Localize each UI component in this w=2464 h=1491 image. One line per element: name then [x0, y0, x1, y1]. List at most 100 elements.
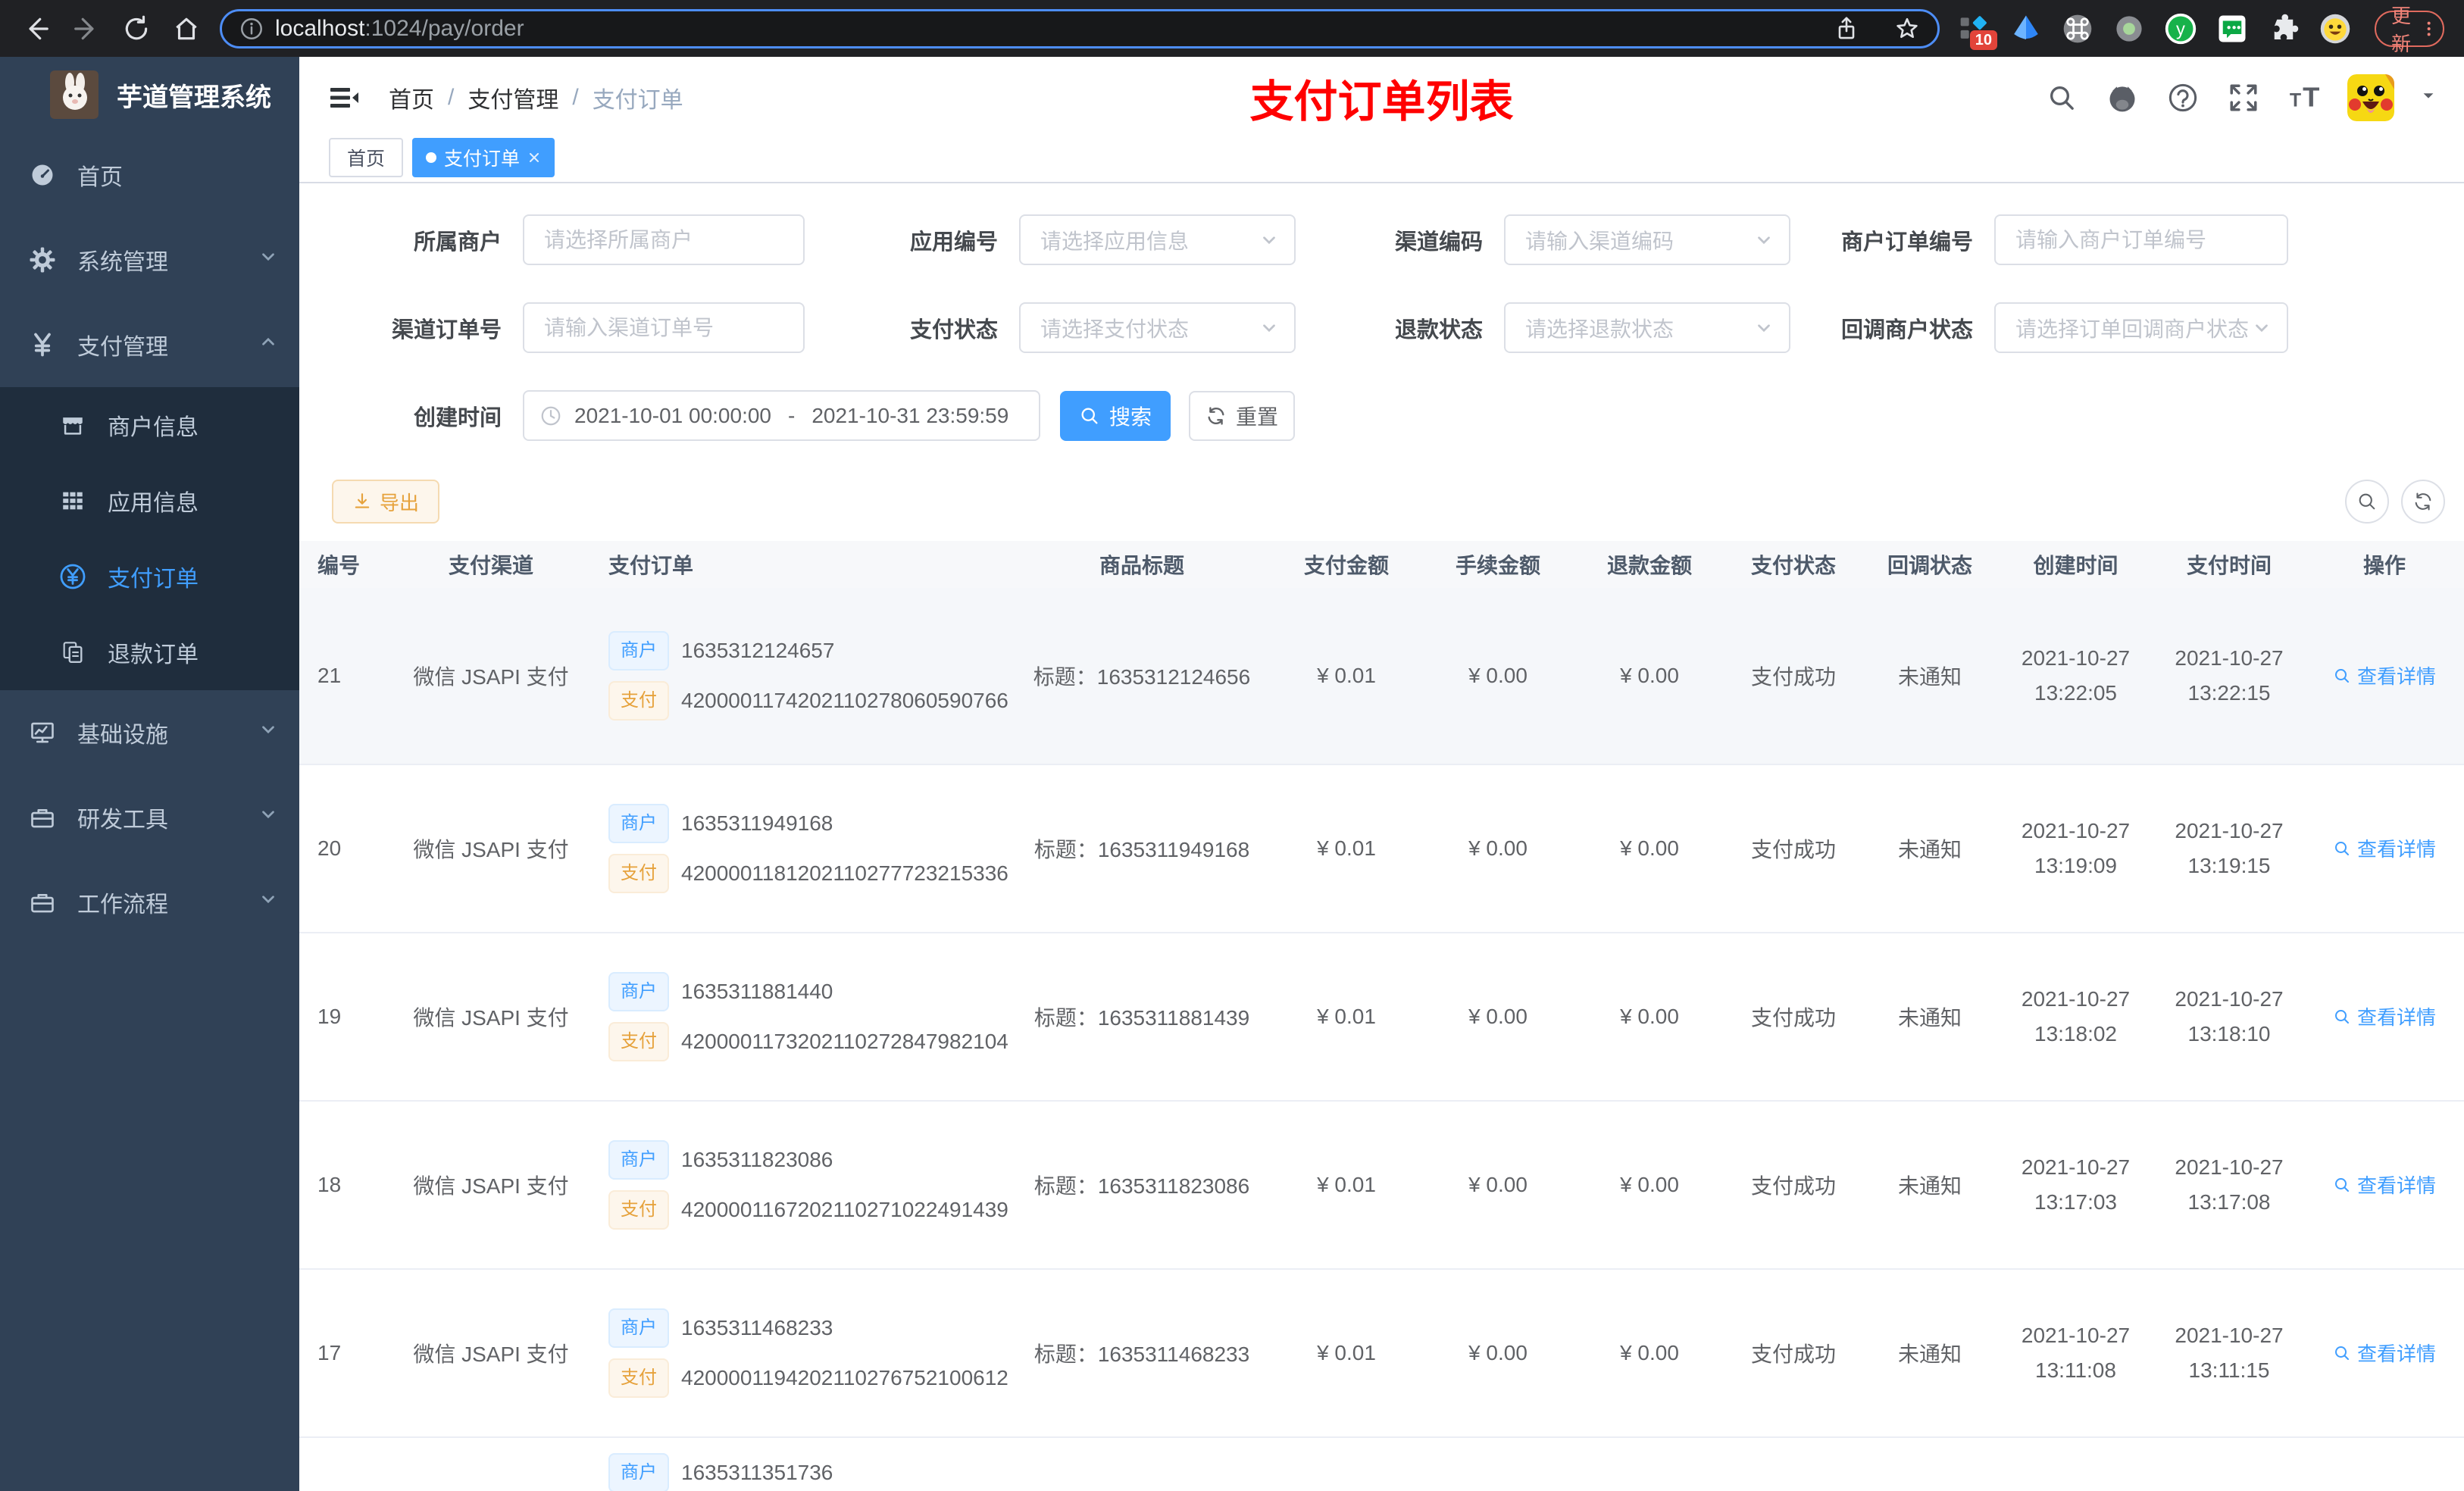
sidebar-item-app-info[interactable]: 应用信息: [0, 463, 299, 539]
sidebar: 芋道管理系统 首页 系统管理 支付管理 商户信息 应用信息 支付订单 退款订单 …: [0, 57, 299, 1491]
sidebar-item-label: 研发工具: [77, 808, 168, 833]
breadcrumb-pay-manage[interactable]: 支付管理: [467, 81, 558, 114]
sidebar-item-label: 商户信息: [108, 415, 199, 440]
chevron-down-icon: [1263, 324, 1275, 332]
merchant-tag: 商户: [608, 804, 669, 843]
clock-icon: [541, 406, 561, 425]
sidebar-item-merchant-info[interactable]: 商户信息: [0, 387, 299, 463]
caret-down-icon[interactable]: [2420, 87, 2437, 108]
app-logo-row[interactable]: 芋道管理系统: [0, 57, 299, 133]
table-refresh-button[interactable]: [2401, 480, 2445, 524]
forward-icon[interactable]: [70, 12, 103, 45]
merchant-input[interactable]: [523, 214, 805, 265]
chevron-down-icon: [1758, 324, 1770, 332]
merchant-order-no-input[interactable]: [1994, 214, 2288, 265]
refund-status-label: 退款状态: [1394, 317, 1483, 342]
app-title: 芋道管理系统: [117, 83, 271, 112]
active-tab-dot: [426, 152, 437, 163]
share-icon[interactable]: [1833, 15, 1860, 42]
chevron-down-icon: [1263, 236, 1275, 244]
tab-close-icon[interactable]: [527, 151, 541, 164]
kebab-menu-icon: [2427, 21, 2431, 36]
tabs-bar: 首页 支付订单: [299, 138, 2464, 183]
bookmark-star-icon[interactable]: [1893, 15, 1921, 42]
ext-command-icon[interactable]: [2061, 12, 2094, 45]
ext-y-icon[interactable]: y: [2164, 12, 2197, 45]
back-icon[interactable]: [20, 12, 53, 45]
channel-order-no-input[interactable]: [523, 302, 805, 353]
breadcrumb-home[interactable]: 首页: [389, 81, 434, 114]
tab-home[interactable]: 首页: [329, 138, 404, 177]
toolbox-icon: [27, 887, 58, 917]
table-row: 20 微信 JSAPI 支付 商户 1635311949168 支付 4200001…: [299, 765, 2464, 933]
pay-tag: 支付: [608, 1022, 669, 1061]
svg-text:T: T: [2290, 89, 2301, 111]
github-icon[interactable]: [2105, 80, 2140, 115]
sidebar-item-workflow[interactable]: 工作流程: [0, 860, 299, 945]
channel-order-no-label: 渠道订单号: [391, 317, 502, 342]
search-icon[interactable]: [2044, 80, 2079, 115]
pay-circle-icon: [58, 561, 88, 592]
refresh-icon: [2415, 492, 2431, 511]
home-icon[interactable]: [170, 12, 203, 45]
table-row: 19 微信 JSAPI 支付 商户 1635311881440 支付 4200001…: [299, 933, 2464, 1102]
help-icon[interactable]: [2165, 80, 2200, 115]
export-button[interactable]: 导出: [332, 480, 439, 524]
pay-tag: 支付: [608, 854, 669, 893]
sidebar-item-system[interactable]: 系统管理: [0, 217, 299, 302]
sidebar-item-pay[interactable]: 支付管理: [0, 302, 299, 387]
url-bar[interactable]: localhost:1024/pay/order: [220, 8, 1940, 48]
search-icon: [1081, 408, 1098, 424]
ext-kite-icon[interactable]: [2009, 12, 2043, 45]
update-button[interactable]: 更新: [2375, 5, 2444, 55]
merchant-tag: 商户: [608, 972, 669, 1011]
ext-emoji-icon[interactable]: [2319, 12, 2352, 45]
sidebar-item-label: 首页: [77, 165, 123, 190]
sidebar-item-pay-order[interactable]: 支付订单: [0, 539, 299, 614]
create-time-label: 创建时间: [413, 405, 502, 430]
ext-record-icon[interactable]: [2112, 12, 2146, 45]
channel-code-select[interactable]: 请输入渠道编码: [1504, 214, 1790, 265]
ext-chat-icon[interactable]: [2215, 12, 2249, 45]
svg-text:y: y: [2176, 19, 2185, 39]
browser-chrome: localhost:1024/pay/order 10 y 更新: [0, 0, 2464, 57]
collapse-sidebar-icon[interactable]: [328, 81, 361, 114]
fullscreen-icon[interactable]: [2226, 80, 2261, 115]
pay-status-select[interactable]: 请选择支付状态: [1019, 302, 1296, 353]
reload-icon[interactable]: [120, 12, 153, 45]
sidebar-item-dev-tools[interactable]: 研发工具: [0, 775, 299, 860]
sidebar-item-home[interactable]: 首页: [0, 133, 299, 217]
tab-pay-order[interactable]: 支付订单: [412, 138, 555, 177]
ext-puzzle-icon[interactable]: [2267, 12, 2300, 45]
table-search-button[interactable]: [2345, 480, 2389, 524]
site-info-icon[interactable]: [239, 16, 264, 42]
pay-tag: 支付: [608, 1358, 669, 1398]
view-detail-link[interactable]: 查看详情: [2333, 661, 2436, 689]
magnifier-icon: [2334, 1346, 2349, 1360]
reset-button[interactable]: 重置: [1189, 390, 1295, 441]
date-range-input[interactable]: 2021-10-01 00:00:00 - 2021-10-31 23:59:5…: [523, 390, 1040, 441]
view-detail-link[interactable]: 查看详情: [2333, 834, 2436, 862]
view-detail-link[interactable]: 查看详情: [2333, 1171, 2436, 1199]
font-size-icon[interactable]: TT: [2287, 80, 2322, 115]
avatar[interactable]: [2347, 73, 2394, 121]
view-detail-link[interactable]: 查看详情: [2333, 1002, 2436, 1030]
merchant-tag: 商户: [608, 1140, 669, 1180]
yen-icon: [27, 330, 58, 360]
ext-diamond-icon[interactable]: 10: [1958, 12, 1997, 50]
search-button[interactable]: 搜索: [1060, 390, 1171, 441]
notify-status-select[interactable]: 请选择订单回调商户状态: [1994, 302, 2288, 353]
view-detail-link[interactable]: 查看详情: [2333, 1339, 2436, 1367]
sidebar-item-label: 支付订单: [108, 567, 199, 592]
sidebar-item-refund-order[interactable]: 退款订单: [0, 614, 299, 690]
chevron-down-icon: [2256, 324, 2268, 332]
sidebar-item-infra[interactable]: 基础设施: [0, 690, 299, 775]
table-row: 17 微信 JSAPI 支付 商户 1635311468233 支付 4200001…: [299, 1270, 2464, 1438]
refund-status-select[interactable]: 请选择退款状态: [1504, 302, 1790, 353]
chevron-up-icon: [258, 332, 278, 358]
breadcrumb: 首页 / 支付管理 / 支付订单: [389, 81, 683, 114]
chevron-down-icon: [258, 247, 278, 273]
app-select[interactable]: 请选择应用信息: [1019, 214, 1296, 265]
sidebar-item-label: 退款订单: [108, 642, 199, 667]
pay-tag: 支付: [608, 681, 669, 720]
